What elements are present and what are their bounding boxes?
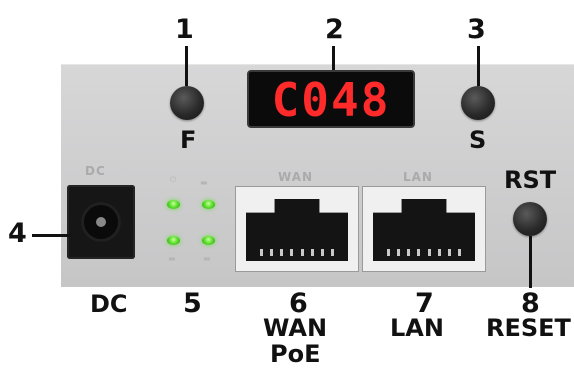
- callout-label-rst: RST: [504, 166, 557, 194]
- callout-label-poe: PoE: [270, 340, 321, 368]
- power-icon: ⏻: [170, 175, 177, 184]
- dc-power-jack: [67, 185, 135, 259]
- callout-line-1: [185, 46, 188, 86]
- display-text: C048: [272, 73, 391, 126]
- led-mark-1: ▬: [200, 178, 208, 187]
- wan-port[interactable]: [235, 186, 359, 272]
- callout-number-2: 2: [325, 14, 344, 45]
- silk-label-dc: DC: [85, 164, 106, 178]
- callout-number-5: 5: [183, 288, 202, 319]
- callout-number-3: 3: [467, 14, 486, 45]
- callout-number-4: 4: [8, 218, 27, 249]
- callout-line-4: [32, 234, 70, 237]
- s-button[interactable]: [461, 86, 495, 120]
- callout-label-f: F: [180, 126, 197, 154]
- display-readout: C048: [272, 73, 391, 127]
- led-mark-4: ▬: [203, 254, 211, 263]
- dc-jack-pin: [96, 217, 106, 227]
- lan-port[interactable]: [362, 186, 486, 272]
- wan-port-contacts: [260, 249, 334, 256]
- callout-label-dc: DC: [90, 290, 128, 318]
- status-led-3: [167, 236, 180, 245]
- reset-button[interactable]: [513, 202, 547, 236]
- callout-label-wan: WAN: [263, 314, 328, 342]
- callout-line-8: [529, 236, 532, 288]
- silk-label-wan: WAN: [278, 170, 314, 184]
- callout-label-reset: RESET: [486, 314, 571, 342]
- callout-label-lan: LAN: [390, 314, 444, 342]
- f-button[interactable]: [170, 86, 204, 120]
- callout-number-1: 1: [175, 14, 194, 45]
- callout-line-2: [332, 46, 335, 72]
- seven-segment-display: C048: [247, 70, 415, 128]
- status-led-4: [202, 236, 215, 245]
- lan-port-contacts: [387, 249, 461, 256]
- status-led-2: [202, 200, 215, 209]
- callout-line-3: [477, 46, 480, 86]
- callout-label-s: S: [469, 126, 487, 154]
- status-led-1: [167, 200, 180, 209]
- silk-label-lan: LAN: [403, 170, 433, 184]
- led-mark-3: ▬: [168, 254, 176, 263]
